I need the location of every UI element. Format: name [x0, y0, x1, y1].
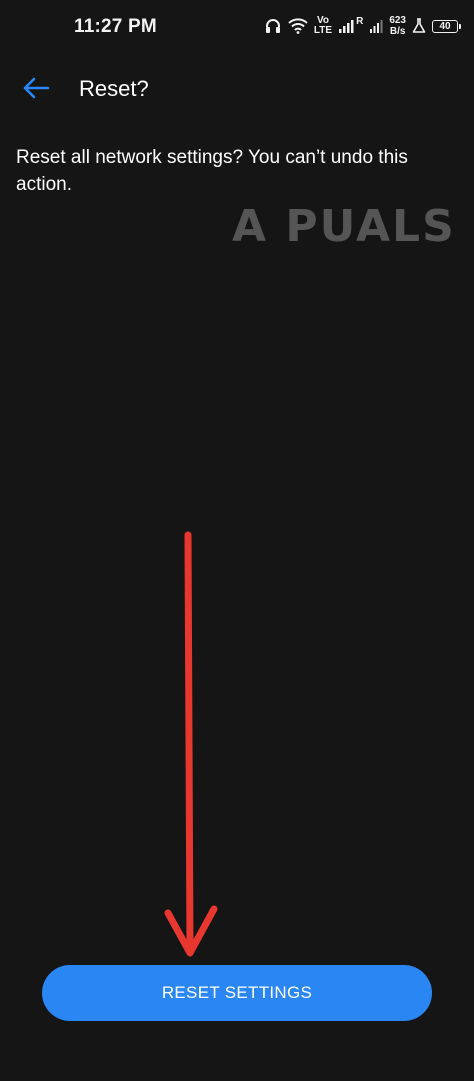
reset-description: Reset all network settings? You can’t un… [16, 147, 408, 195]
annotation-arrow [150, 525, 230, 965]
page-title: Reset? [79, 76, 149, 101]
network-speed: 623 B/s [389, 15, 406, 37]
volte-bottom-label: LTE [313, 25, 333, 36]
wifi-icon [288, 18, 308, 34]
reset-settings-button[interactable]: RESET SETTINGS [42, 965, 432, 1021]
back-button[interactable] [16, 70, 56, 110]
volte-indicator: Vo LTE [314, 16, 332, 36]
appuals-watermark: A PUALS [232, 196, 462, 256]
battery-indicator: 40 [432, 19, 461, 33]
network-speed-value: 623 [389, 15, 406, 26]
signal-icon-2 [369, 18, 383, 34]
battery-level: 40 [439, 20, 451, 32]
headphones-icon [264, 18, 282, 34]
signal-icon [338, 18, 356, 34]
arrow-left-icon [22, 76, 50, 105]
network-speed-unit: B/s [389, 26, 406, 37]
status-icons: Vo LTE R 623 B/s 40 [264, 13, 461, 39]
status-time: 11:27 PM [74, 16, 157, 37]
reset-settings-label: RESET SETTINGS [161, 983, 313, 1002]
status-bar: 11:27 PM Vo LTE R 623 B/s 40 [0, 0, 474, 56]
flask-icon [412, 18, 426, 34]
watermark-text: A PUALS [232, 200, 456, 252]
roaming-label: R [356, 15, 364, 27]
